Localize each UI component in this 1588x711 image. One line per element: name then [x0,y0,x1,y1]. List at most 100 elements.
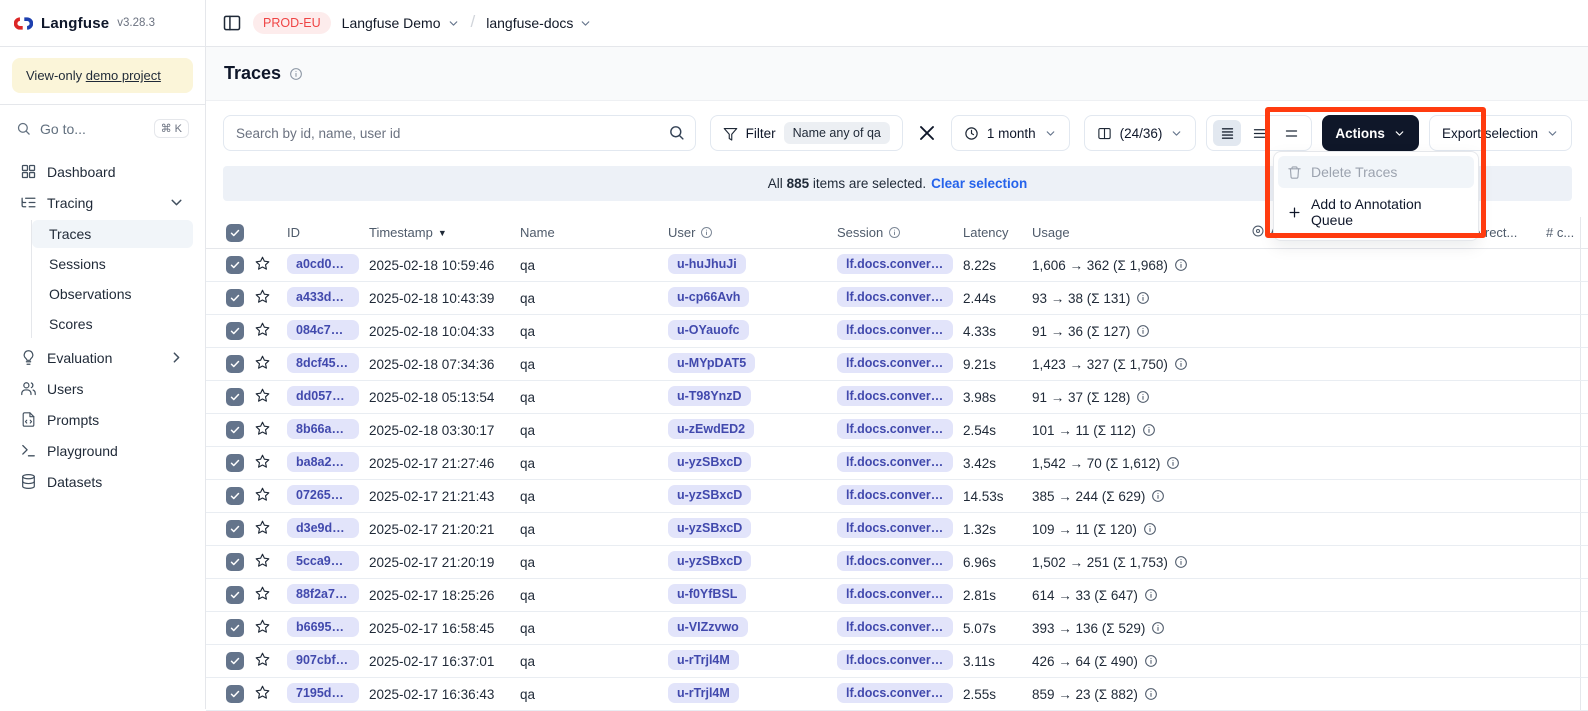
star-icon[interactable] [254,288,271,305]
session-badge[interactable]: lf.docs.conversation... [837,617,953,637]
session-badge[interactable]: lf.docs.conversation... [837,386,953,406]
table-row[interactable]: 88f2a7b0...2025-02-17 18:25:26qau-f0YfBS… [206,579,1588,612]
star-icon[interactable] [254,618,271,635]
trace-id-badge[interactable]: 88f2a7b0... [287,584,359,604]
info-icon[interactable] [1174,555,1188,569]
row-checkbox[interactable] [226,322,244,340]
column-header-session[interactable]: Session [827,217,953,249]
table-row[interactable]: 8b66a34...2025-02-18 03:30:17qau-zEwdED2… [206,414,1588,447]
star-icon[interactable] [254,486,271,503]
table-row[interactable]: 084c739...2025-02-18 10:04:33qau-OYauofc… [206,315,1588,348]
column-header-id[interactable]: ID [277,217,359,249]
column-header-latency[interactable]: Latency [953,217,1022,249]
table-row[interactable]: b669529...2025-02-17 16:58:45qau-VIZzvwo… [206,612,1588,645]
row-checkbox[interactable] [226,652,244,670]
star-icon[interactable] [254,651,271,668]
session-badge[interactable]: lf.docs.conversation... [837,452,953,472]
search-icon[interactable] [668,124,685,141]
session-badge[interactable]: lf.docs.conversation... [837,353,953,373]
row-checkbox[interactable] [226,553,244,571]
sidebar-item-evaluation[interactable]: Evaluation [12,342,193,373]
session-badge[interactable]: lf.docs.conversation... [837,551,953,571]
table-row[interactable]: d3e9d1f2...2025-02-17 21:20:21qau-yzSBxc… [206,513,1588,546]
info-icon[interactable] [1174,357,1188,371]
row-checkbox[interactable] [226,454,244,472]
info-icon[interactable] [1136,324,1150,338]
row-checkbox[interactable] [226,388,244,406]
menu-item-add-to-annotation-queue[interactable]: Add to Annotation Queue [1278,188,1474,236]
table-row[interactable]: 7195d78e...2025-02-17 16:36:43qau-rTrjl4… [206,678,1588,711]
trace-id-badge[interactable]: a0cd0d9... [287,254,359,274]
star-icon[interactable] [254,453,271,470]
row-checkbox[interactable] [226,256,244,274]
user-badge[interactable]: u-rTrjl4M [668,683,739,703]
sidebar-item-dashboard[interactable]: Dashboard [12,156,193,187]
star-icon[interactable] [254,387,271,404]
time-range-button[interactable]: 1 month [951,115,1070,151]
info-icon[interactable] [1174,258,1188,272]
filter-button[interactable]: Filter Name any of qa [710,115,903,151]
star-icon[interactable] [254,585,271,602]
row-checkbox[interactable] [226,586,244,604]
star-icon[interactable] [254,255,271,272]
trace-id-badge[interactable]: b669529... [287,617,359,637]
info-icon[interactable] [1143,522,1157,536]
column-header-timestamp[interactable]: Timestamp▼ [359,217,510,249]
star-icon[interactable] [254,552,271,569]
info-icon[interactable] [1166,456,1180,470]
star-icon[interactable] [254,684,271,701]
user-badge[interactable]: u-rTrjl4M [668,650,739,670]
info-icon[interactable] [1136,291,1150,305]
column-header-user[interactable]: User [658,217,827,249]
table-row[interactable]: 907cbf6e...2025-02-17 16:37:01qau-rTrjl4… [206,645,1588,678]
row-checkbox[interactable] [226,685,244,703]
select-all-checkbox[interactable] [226,224,244,242]
session-badge[interactable]: lf.docs.conversation... [837,254,953,274]
sidebar-item-prompts[interactable]: Prompts [12,404,193,435]
column-header-name[interactable]: Name [510,217,658,249]
row-checkbox[interactable] [226,487,244,505]
session-badge[interactable]: lf.docs.conversation... [837,683,953,703]
project-selector[interactable]: langfuse-docs [486,15,592,31]
info-icon[interactable] [1151,621,1165,635]
user-badge[interactable]: u-T98YnzD [668,386,751,406]
info-icon[interactable] [1151,489,1165,503]
sidebar-item-sessions[interactable]: Sessions [32,250,193,278]
actions-button[interactable]: Actions [1322,115,1419,151]
session-badge[interactable]: lf.docs.conversation... [837,518,953,538]
trace-id-badge[interactable]: 084c739... [287,320,359,340]
trace-id-badge[interactable]: d3e9d1f2... [287,518,359,538]
sidebar-toggle-icon[interactable] [222,13,242,33]
star-icon[interactable] [254,519,271,536]
row-height-small-button[interactable] [1213,120,1241,146]
sidebar-item-playground[interactable]: Playground [12,435,193,466]
trace-id-badge[interactable]: 5cca9cf2... [287,551,359,571]
row-checkbox[interactable] [226,355,244,373]
trace-id-badge[interactable]: 07265c7a... [287,485,359,505]
org-selector[interactable]: Langfuse Demo [342,15,460,31]
trace-id-badge[interactable]: 8b66a34... [287,419,359,439]
sidebar-item-tracing[interactable]: Tracing [12,187,193,218]
columns-button[interactable]: (24/36) [1084,115,1197,151]
row-checkbox[interactable] [226,289,244,307]
user-badge[interactable]: u-OYauofc [668,320,749,340]
star-icon[interactable] [254,321,271,338]
session-badge[interactable]: lf.docs.conversation... [837,650,953,670]
session-badge[interactable]: lf.docs.conversation... [837,584,953,604]
demo-project-link[interactable]: demo project [86,68,161,83]
clear-selection-link[interactable]: Clear selection [931,176,1027,191]
row-checkbox[interactable] [226,520,244,538]
row-checkbox[interactable] [226,619,244,637]
trace-id-badge[interactable]: ba8a208f... [287,452,359,472]
table-row[interactable]: 8dcf4574...2025-02-18 07:34:36qau-MYpDAT… [206,348,1588,381]
info-icon[interactable] [1144,588,1158,602]
trace-id-badge[interactable]: dd05753... [287,386,359,406]
trace-id-badge[interactable]: 7195d78e... [287,683,359,703]
environment-badge[interactable]: PROD-EU [253,12,331,34]
row-height-medium-button[interactable] [1245,120,1273,146]
export-selection-button[interactable]: Export selection [1429,115,1572,151]
session-badge[interactable]: lf.docs.conversation... [837,419,953,439]
row-height-large-button[interactable] [1277,120,1305,146]
trace-id-badge[interactable]: 8dcf4574... [287,353,359,373]
search-input[interactable] [223,115,696,151]
